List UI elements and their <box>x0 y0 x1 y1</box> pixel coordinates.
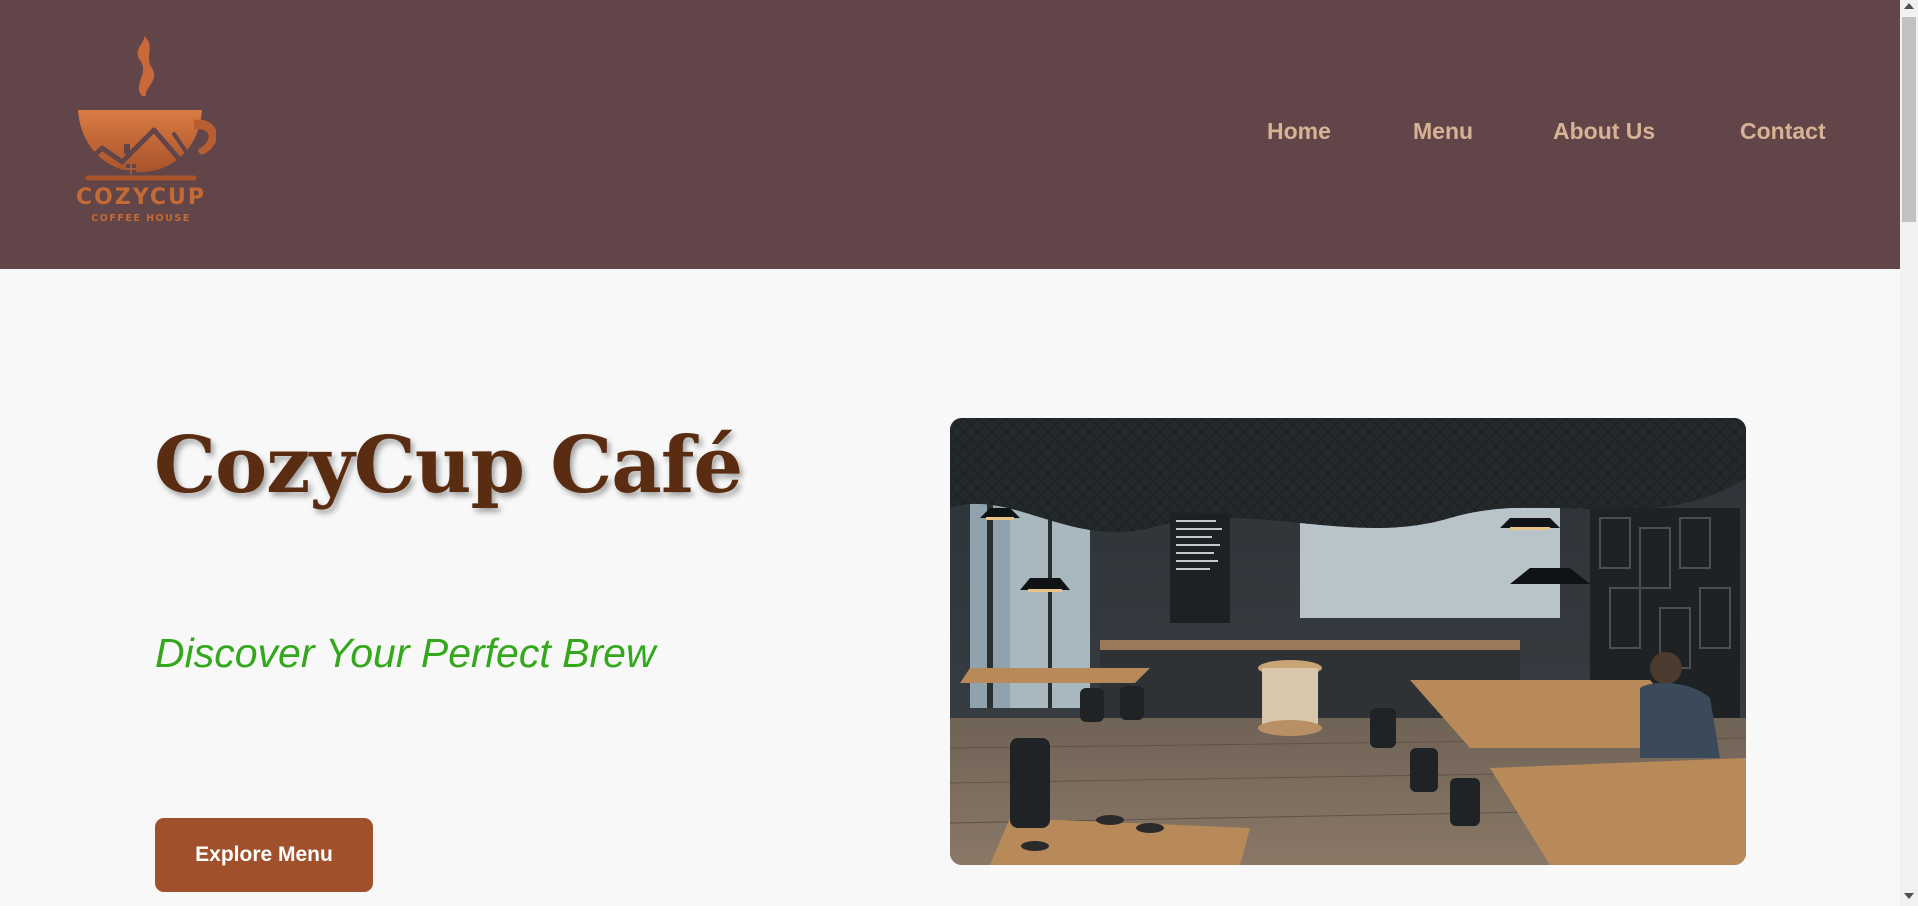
scroll-down-arrow-icon[interactable] <box>1904 893 1914 899</box>
nav-link-contact[interactable]: Contact <box>1740 118 1826 145</box>
hero-title: CozyCup Café <box>154 420 743 511</box>
main-nav: Home Menu About Us Contact <box>0 118 1900 152</box>
cafe-interior-image <box>950 418 1746 865</box>
site-header: COZYCUP COFFEE HOUSE Home Menu About Us … <box>0 0 1900 269</box>
logo-name: COZYCUP <box>75 185 207 210</box>
scroll-up-arrow-icon[interactable] <box>1904 3 1914 9</box>
nav-link-menu[interactable]: Menu <box>1413 118 1473 145</box>
coffee-cup-icon <box>74 36 216 181</box>
nav-link-home[interactable]: Home <box>1267 118 1331 145</box>
logo-subtitle: COFFEE HOUSE <box>91 213 191 224</box>
hero-subtitle: Discover Your Perfect Brew <box>155 630 656 676</box>
nav-link-about-us[interactable]: About Us <box>1553 118 1655 145</box>
vertical-scrollbar[interactable] <box>1900 0 1918 906</box>
explore-menu-button[interactable]: Explore Menu <box>155 818 373 892</box>
scrollbar-thumb[interactable] <box>1902 17 1916 222</box>
